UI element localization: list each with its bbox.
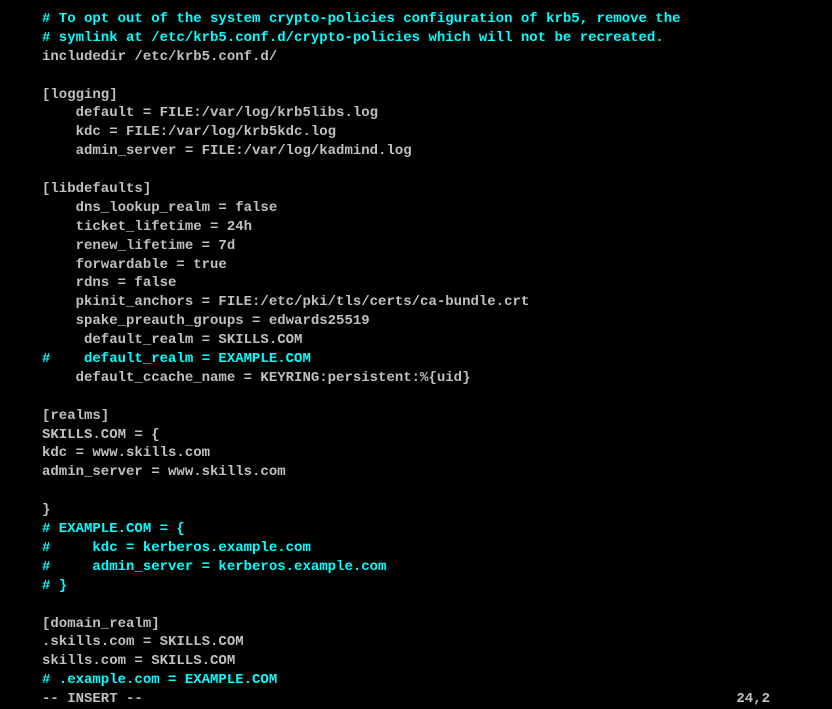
config-line: includedir /etc/krb5.conf.d/ bbox=[42, 48, 790, 67]
config-line: admin_server = www.skills.com bbox=[42, 463, 790, 482]
empty-line bbox=[42, 161, 790, 180]
section-libdefaults: [libdefaults] bbox=[42, 180, 790, 199]
vim-mode-indicator: -- INSERT -- bbox=[42, 690, 736, 709]
config-line: renew_lifetime = 7d bbox=[42, 237, 790, 256]
empty-line bbox=[42, 596, 790, 615]
config-line: admin_server = FILE:/var/log/kadmind.log bbox=[42, 142, 790, 161]
comment-line: # kdc = kerberos.example.com bbox=[42, 539, 790, 558]
config-line: ticket_lifetime = 24h bbox=[42, 218, 790, 237]
cursor-position: 24,2 bbox=[736, 690, 790, 709]
config-line: forwardable = true bbox=[42, 256, 790, 275]
config-line: rdns = false bbox=[42, 274, 790, 293]
comment-line: # EXAMPLE.COM = { bbox=[42, 520, 790, 539]
config-line: default = FILE:/var/log/krb5libs.log bbox=[42, 104, 790, 123]
config-line: pkinit_anchors = FILE:/etc/pki/tls/certs… bbox=[42, 293, 790, 312]
config-line: kdc = www.skills.com bbox=[42, 444, 790, 463]
config-line: kdc = FILE:/var/log/krb5kdc.log bbox=[42, 123, 790, 142]
comment-line: # } bbox=[42, 577, 790, 596]
config-line: default_realm = SKILLS.COM bbox=[42, 331, 790, 350]
empty-line bbox=[42, 67, 790, 86]
comment-line: # To opt out of the system crypto-polici… bbox=[42, 10, 790, 29]
comment-line: # default_realm = EXAMPLE.COM bbox=[42, 350, 790, 369]
config-line: skills.com = SKILLS.COM bbox=[42, 652, 790, 671]
empty-line bbox=[42, 482, 790, 501]
comment-line: # admin_server = kerberos.example.com bbox=[42, 558, 790, 577]
config-line: .skills.com = SKILLS.COM bbox=[42, 633, 790, 652]
comment-line: # .example.com = EXAMPLE.COM bbox=[42, 671, 790, 690]
comment-line: # symlink at /etc/krb5.conf.d/crypto-pol… bbox=[42, 29, 790, 48]
section-logging: [logging] bbox=[42, 86, 790, 105]
config-line: spake_preauth_groups = edwards25519 bbox=[42, 312, 790, 331]
empty-line bbox=[42, 388, 790, 407]
config-line: dns_lookup_realm = false bbox=[42, 199, 790, 218]
section-domain-realm: [domain_realm] bbox=[42, 615, 790, 634]
config-line: } bbox=[42, 501, 790, 520]
section-realms: [realms] bbox=[42, 407, 790, 426]
config-line: SKILLS.COM = { bbox=[42, 426, 790, 445]
vim-status-bar: -- INSERT -- 24,2 bbox=[42, 690, 790, 709]
config-line: default_ccache_name = KEYRING:persistent… bbox=[42, 369, 790, 388]
